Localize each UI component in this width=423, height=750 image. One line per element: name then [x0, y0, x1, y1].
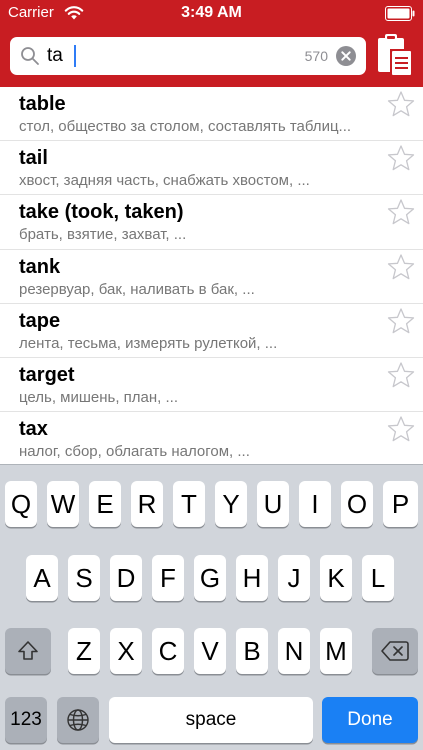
header-bar: Carrier 3:49 AM 570 [0, 0, 423, 87]
key-z[interactable]: Z [68, 628, 100, 674]
status-time: 3:49 AM [181, 4, 242, 21]
done-key[interactable]: Done [322, 697, 418, 743]
key-x[interactable]: X [110, 628, 142, 674]
key-c[interactable]: C [152, 628, 184, 674]
key-s[interactable]: S [68, 555, 100, 601]
list-item[interactable]: target цель, мишень, план, ... [0, 358, 423, 413]
key-r[interactable]: R [131, 481, 163, 527]
star-icon[interactable] [387, 361, 415, 389]
key-n[interactable]: N [278, 628, 310, 674]
delete-key[interactable] [372, 628, 418, 674]
translation-label: налог, сбор, облагать налогом, ... [19, 443, 250, 461]
globe-icon [67, 709, 89, 731]
key-j[interactable]: J [278, 555, 310, 601]
key-h[interactable]: H [236, 555, 268, 601]
key-l[interactable]: L [362, 555, 394, 601]
key-m[interactable]: M [320, 628, 352, 674]
keyboard: Q W E R T Y U I O P A S D F G H J K L Z … [0, 464, 423, 750]
word-label: tax [19, 418, 48, 441]
word-label: tank [19, 255, 61, 278]
result-count: 570 [304, 48, 328, 64]
translation-label: лента, тесьма, измерять рулеткой, ... [19, 334, 278, 352]
translation-label: стол, общество за столом, составлять таб… [19, 118, 352, 135]
results-list: table стол, общество за столом, составля… [0, 87, 423, 464]
list-item[interactable]: tail хвост, задняя часть, снабжать хвост… [0, 141, 423, 196]
translation-label: брать, взятие, захват, ... [19, 226, 187, 244]
star-icon[interactable] [387, 90, 415, 118]
space-key[interactable]: space [109, 697, 313, 743]
key-v[interactable]: V [194, 628, 226, 674]
clear-icon[interactable] [336, 46, 356, 66]
backspace-icon [381, 641, 409, 661]
key-a[interactable]: A [26, 555, 58, 601]
shift-key[interactable] [5, 628, 51, 674]
key-d[interactable]: D [110, 555, 142, 601]
key-k[interactable]: K [320, 555, 352, 601]
key-o[interactable]: O [341, 481, 373, 527]
list-item[interactable]: tank резервуар, бак, наливать в бак, ... [0, 250, 423, 304]
word-label: table [19, 93, 66, 115]
key-u[interactable]: U [257, 481, 289, 527]
key-b[interactable]: B [236, 628, 268, 674]
key-e[interactable]: E [89, 481, 121, 527]
key-i[interactable]: I [299, 481, 331, 527]
list-item[interactable]: tape лента, тесьма, измерять рулеткой, .… [0, 304, 423, 358]
star-icon[interactable] [387, 198, 415, 226]
key-p[interactable]: P [383, 481, 418, 527]
list-item[interactable]: take (took, taken) брать, взятие, захват… [0, 195, 423, 250]
search-box[interactable]: 570 [10, 37, 366, 75]
battery-icon [385, 6, 415, 21]
key-f[interactable]: F [152, 555, 184, 601]
shift-icon [18, 641, 38, 660]
word-label: tail [19, 147, 48, 170]
translation-label: хвост, задняя часть, снабжать хвостом, .… [19, 172, 310, 190]
list-item[interactable]: tax налог, сбор, облагать налогом, ... [0, 412, 423, 464]
search-input[interactable] [47, 42, 267, 70]
star-icon[interactable] [387, 415, 415, 443]
star-icon[interactable] [387, 144, 415, 172]
key-g[interactable]: G [194, 555, 226, 601]
translation-label: резервуар, бак, наливать в бак, ... [19, 280, 255, 298]
translation-label: цель, мишень, план, ... [19, 388, 179, 406]
star-icon[interactable] [387, 307, 415, 335]
word-label: take (took, taken) [19, 201, 184, 224]
word-label: tape [19, 309, 61, 332]
status-bar: Carrier 3:49 AM [0, 0, 423, 28]
clipboard-icon[interactable] [375, 33, 415, 77]
text-caret [74, 45, 76, 67]
key-w[interactable]: W [47, 481, 79, 527]
numbers-key[interactable]: 123 [5, 697, 47, 743]
key-y[interactable]: Y [215, 481, 247, 527]
search-icon [21, 47, 39, 65]
key-q[interactable]: Q [5, 481, 37, 527]
list-item[interactable]: table стол, общество за столом, составля… [0, 87, 423, 142]
key-t[interactable]: T [173, 481, 205, 527]
star-icon[interactable] [387, 253, 415, 281]
globe-key[interactable] [57, 697, 99, 743]
word-label: target [19, 363, 75, 386]
